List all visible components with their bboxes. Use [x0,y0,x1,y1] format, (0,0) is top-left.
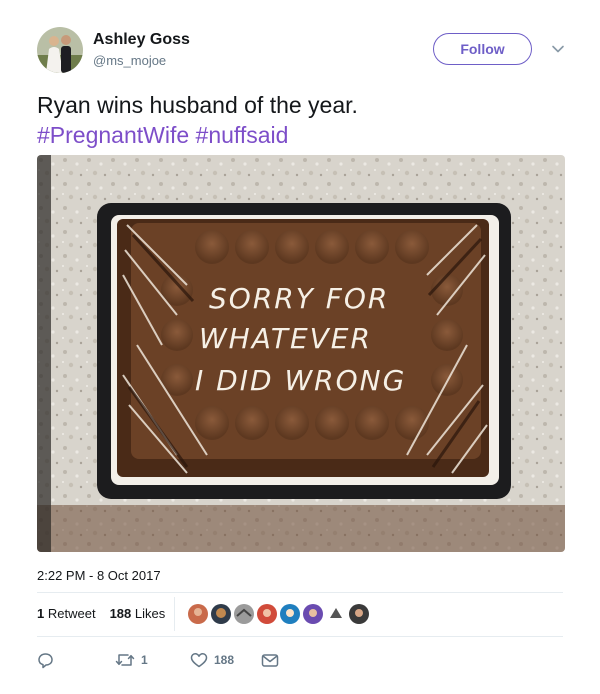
chevron-down-icon[interactable] [551,42,565,56]
tweet-text: Ryan wins husband of the year. #Pregnant… [37,90,567,150]
avatar[interactable] [278,602,302,626]
cake-text-line-1: SORRY FOR [209,282,389,315]
tweet-body: Ryan wins husband of the year. [37,92,358,118]
like-label[interactable]: Likes [135,606,165,621]
tweet-card: Ashley Goss @ms_mojoe Follow Ryan wins h… [0,0,600,694]
avatar[interactable] [255,602,279,626]
follow-button[interactable]: Follow [433,33,532,65]
reply-button[interactable] [37,651,54,669]
avatar[interactable] [232,602,256,626]
message-icon [261,653,279,668]
tweet-photo[interactable]: SORRY FOR WHATEVER I DID WRONG [37,155,565,552]
reply-icon [37,652,54,669]
retweet-button[interactable]: 1 [115,651,148,669]
author-name[interactable]: Ashley Goss [93,31,190,49]
retweet-count[interactable]: 1 [37,606,44,621]
like-button[interactable]: 188 [190,651,234,669]
tweet-stats: 1 Retweet 188 Likes [37,606,165,621]
retweet-label[interactable]: Retweet [48,606,96,621]
like-action-count: 188 [214,653,235,667]
avatar[interactable] [209,602,233,626]
cake-text-line-3: I DID WRONG [195,364,406,397]
retweet-action-count: 1 [141,653,148,667]
avatar[interactable] [347,602,371,626]
tweet-timestamp[interactable]: 2:22 PM - 8 Oct 2017 [37,568,161,583]
author-handle[interactable]: @ms_mojoe [93,53,166,68]
direct-message-button[interactable] [261,651,279,669]
avatar[interactable] [186,602,210,626]
heart-icon [190,652,208,668]
avatar[interactable] [301,602,325,626]
avatar[interactable] [37,27,83,73]
hashtag-link[interactable]: #PregnantWife [37,122,189,148]
retweet-icon [115,652,135,668]
divider [37,592,563,593]
divider [37,636,563,637]
like-count[interactable]: 188 [110,606,132,621]
hashtag-link[interactable]: #nuffsaid [196,122,289,148]
stats-separator [174,597,175,631]
avatar[interactable] [324,602,348,626]
cake-text-line-2: WHATEVER [199,322,372,355]
